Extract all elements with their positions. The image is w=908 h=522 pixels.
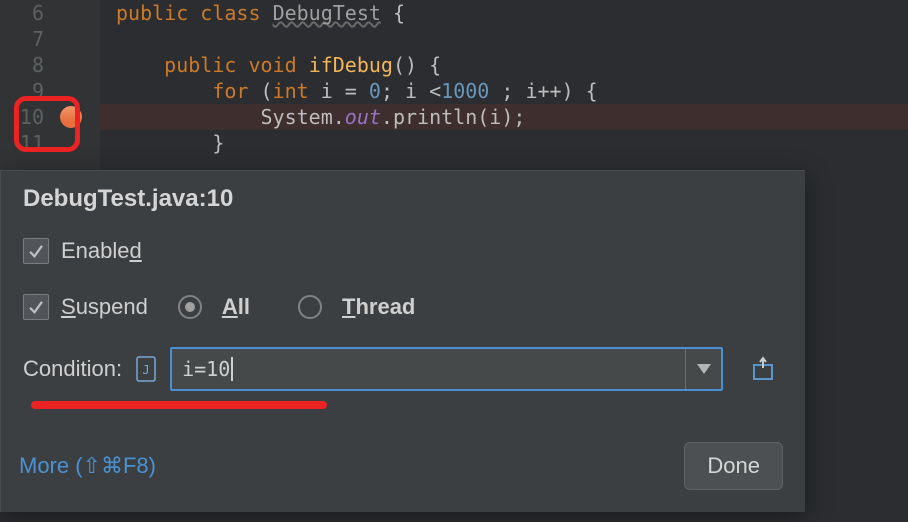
line-number[interactable]: 7 — [0, 26, 100, 52]
radio-thread-label: Thread — [342, 294, 415, 320]
condition-history-dropdown[interactable] — [685, 349, 721, 389]
condition-label: Condition: — [23, 356, 122, 382]
code-line[interactable] — [100, 26, 908, 52]
radio-all-label: All — [222, 294, 250, 320]
code-line[interactable]: System.out.println(i); — [100, 104, 908, 130]
java-file-icon: J — [136, 356, 156, 382]
more-link[interactable]: More (⇧⌘F8) — [19, 453, 156, 479]
line-number[interactable]: 6 — [0, 0, 100, 26]
gutter: 67891011 — [0, 0, 100, 170]
expand-condition-icon[interactable] — [743, 347, 783, 391]
code-editor: 67891011 public class DebugTest { public… — [0, 0, 908, 170]
done-button[interactable]: Done — [684, 442, 783, 490]
annotation-underline — [31, 401, 327, 409]
breakpoint-dialog: DebugTest.java:10 Enabled Suspend All Th… — [0, 170, 805, 512]
condition-row: Condition: J i=10 — [23, 347, 783, 391]
code-area[interactable]: public class DebugTest { public void ifD… — [100, 0, 908, 170]
dialog-title: DebugTest.java:10 — [23, 185, 783, 213]
svg-text:J: J — [142, 363, 149, 377]
text-caret — [231, 357, 233, 381]
condition-value: i=10 — [182, 357, 230, 381]
suspend-checkbox[interactable] — [23, 294, 49, 320]
code-line[interactable]: public class DebugTest { — [100, 0, 908, 26]
radio-thread[interactable] — [298, 295, 322, 319]
code-line[interactable]: public void ifDebug() { — [100, 52, 908, 78]
code-line[interactable]: for (int i = 0; i <1000 ; i++) { — [100, 78, 908, 104]
code-line[interactable]: } — [100, 130, 908, 156]
radio-all[interactable] — [178, 295, 202, 319]
condition-input[interactable]: i=10 — [172, 349, 685, 389]
enabled-checkbox[interactable] — [23, 238, 49, 264]
condition-input-wrap: i=10 — [170, 347, 723, 391]
annotation-box — [14, 96, 80, 152]
line-number[interactable]: 8 — [0, 52, 100, 78]
suspend-label: Suspend — [61, 294, 148, 320]
enabled-label: Enabled — [61, 238, 142, 264]
